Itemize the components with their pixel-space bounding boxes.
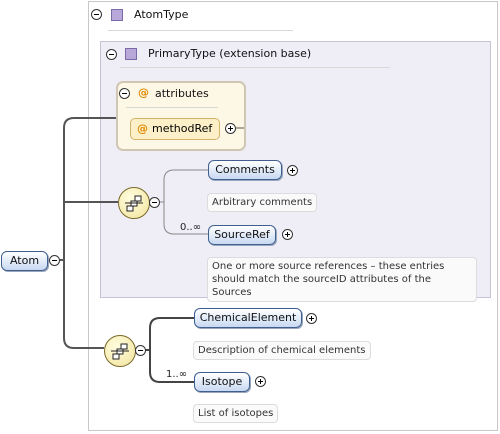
methodref-expand-toggle[interactable] bbox=[225, 123, 236, 134]
methodref-attribute[interactable]: @ methodRef bbox=[130, 118, 220, 140]
comments-element[interactable]: Comments bbox=[208, 160, 282, 180]
attribute-at-icon: @ bbox=[138, 86, 149, 99]
chemicalelement-element[interactable]: ChemicalElement bbox=[194, 308, 302, 328]
isotope-element[interactable]: Isotope bbox=[194, 372, 250, 392]
line-to-attributes bbox=[60, 117, 116, 261]
primarytype-label: PrimaryType (extension base) bbox=[148, 47, 312, 60]
comments-doc: Arbitrary comments bbox=[207, 193, 318, 212]
line-to-sequence-2 bbox=[63, 260, 104, 349]
sourceref-cardinality: 0..∞ bbox=[180, 222, 202, 233]
sourceref-doc-line2: should match the sourceID attributes of … bbox=[212, 274, 431, 298]
attribute-at-icon: @ bbox=[137, 122, 148, 135]
type-square-icon bbox=[111, 9, 123, 21]
primarytype-collapse-toggle[interactable] bbox=[106, 49, 117, 60]
divider bbox=[120, 67, 390, 68]
type-square-icon bbox=[125, 48, 137, 60]
atomtype-label: AtomType bbox=[134, 8, 189, 21]
divider bbox=[126, 107, 218, 108]
comments-expand-toggle[interactable] bbox=[287, 165, 298, 176]
isotope-cardinality: 1..∞ bbox=[166, 369, 188, 380]
atomtype-collapse-toggle[interactable] bbox=[91, 9, 102, 20]
chemicalelement-expand-toggle[interactable] bbox=[306, 313, 317, 324]
sourceref-doc: One or more source references – these en… bbox=[207, 257, 477, 302]
attributes-collapse-toggle[interactable] bbox=[119, 88, 130, 99]
atom-collapse-toggle[interactable] bbox=[49, 255, 60, 266]
sequence-collapse-toggle[interactable] bbox=[135, 345, 146, 356]
sequence-compositor-icon[interactable] bbox=[118, 187, 150, 219]
sequence-compositor-icon[interactable] bbox=[104, 335, 136, 367]
methodref-label: methodRef bbox=[152, 122, 213, 135]
sequence-collapse-toggle[interactable] bbox=[149, 197, 160, 208]
sourceref-doc-line1: One or more source references – these en… bbox=[212, 261, 445, 272]
sequence-glyph bbox=[125, 195, 143, 212]
line-to-chemicalelement bbox=[144, 317, 194, 351]
attributes-label: attributes bbox=[155, 87, 209, 100]
chemicalelement-doc: Description of chemical elements bbox=[193, 341, 371, 360]
sequence-glyph bbox=[111, 343, 129, 360]
connector-lines bbox=[60, 117, 244, 383]
divider bbox=[108, 30, 293, 31]
isotope-doc: List of isotopes bbox=[193, 404, 279, 423]
sourceref-element[interactable]: SourceRef bbox=[208, 225, 276, 245]
isotope-expand-toggle[interactable] bbox=[255, 376, 266, 387]
atom-element[interactable]: Atom bbox=[1, 251, 48, 271]
sourceref-expand-toggle[interactable] bbox=[282, 229, 293, 240]
line-to-comments bbox=[158, 169, 208, 203]
